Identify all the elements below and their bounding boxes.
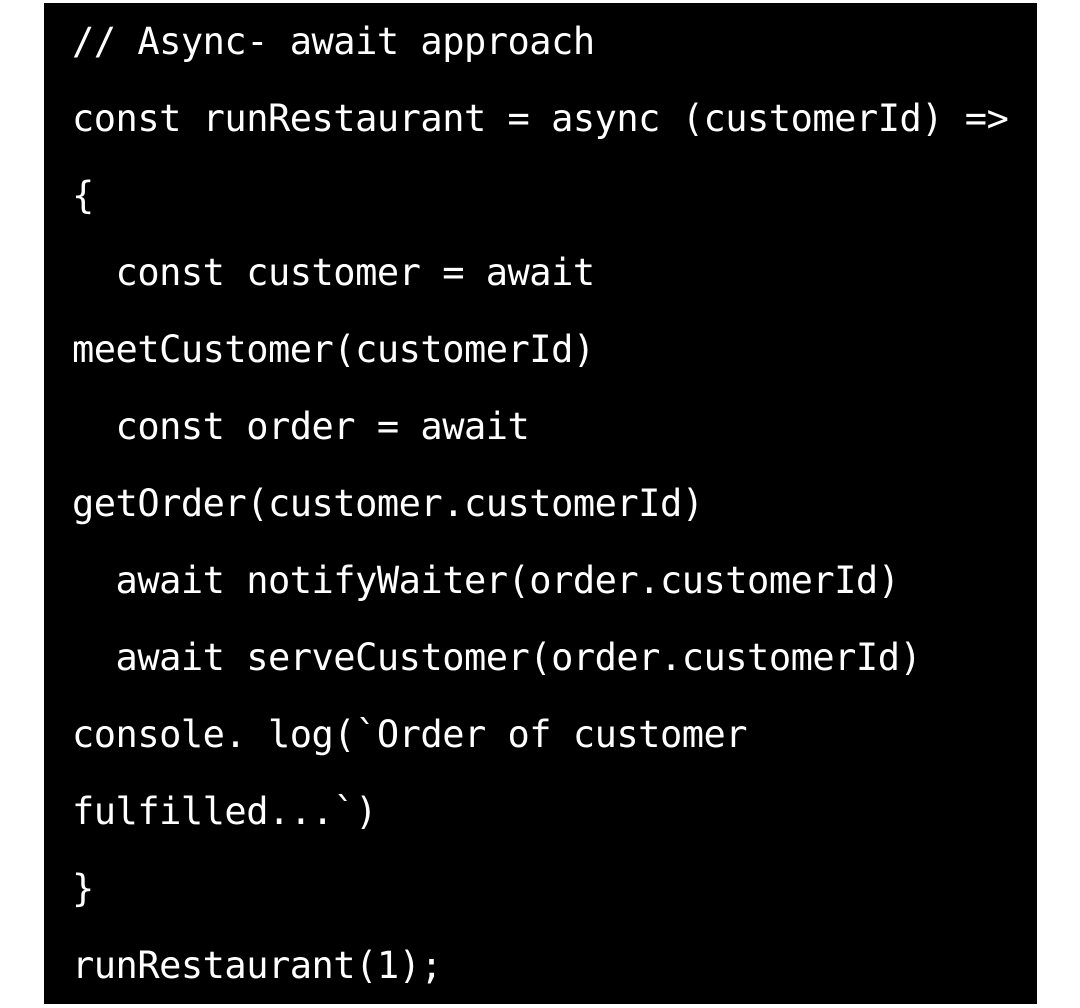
code-line-get-order: getOrder(customer.customerId)	[72, 482, 704, 525]
code-line-meet-customer: meetCustomer(customerId)	[72, 328, 595, 371]
code-line-function-decl: const runRestaurant = async (customerId)…	[72, 97, 1009, 140]
code-line-comment: // Async- await approach	[72, 20, 595, 63]
code-line-fulfilled: fulfilled...`)	[72, 790, 377, 833]
code-line-console-log: console. log(`Order of customer	[72, 713, 748, 756]
code-line-close-brace: }	[72, 867, 94, 910]
code-line-order-await: const order = await	[72, 405, 530, 448]
code-line-notify-waiter: await notifyWaiter(order.customerId)	[72, 559, 900, 602]
code-line-open-brace: {	[72, 174, 94, 217]
code-line-customer-await: const customer = await	[72, 251, 596, 294]
code-line-serve-customer: await serveCustomer(order.customerId)	[72, 636, 922, 679]
code-line-run-restaurant: runRestaurant(1);	[72, 944, 443, 987]
